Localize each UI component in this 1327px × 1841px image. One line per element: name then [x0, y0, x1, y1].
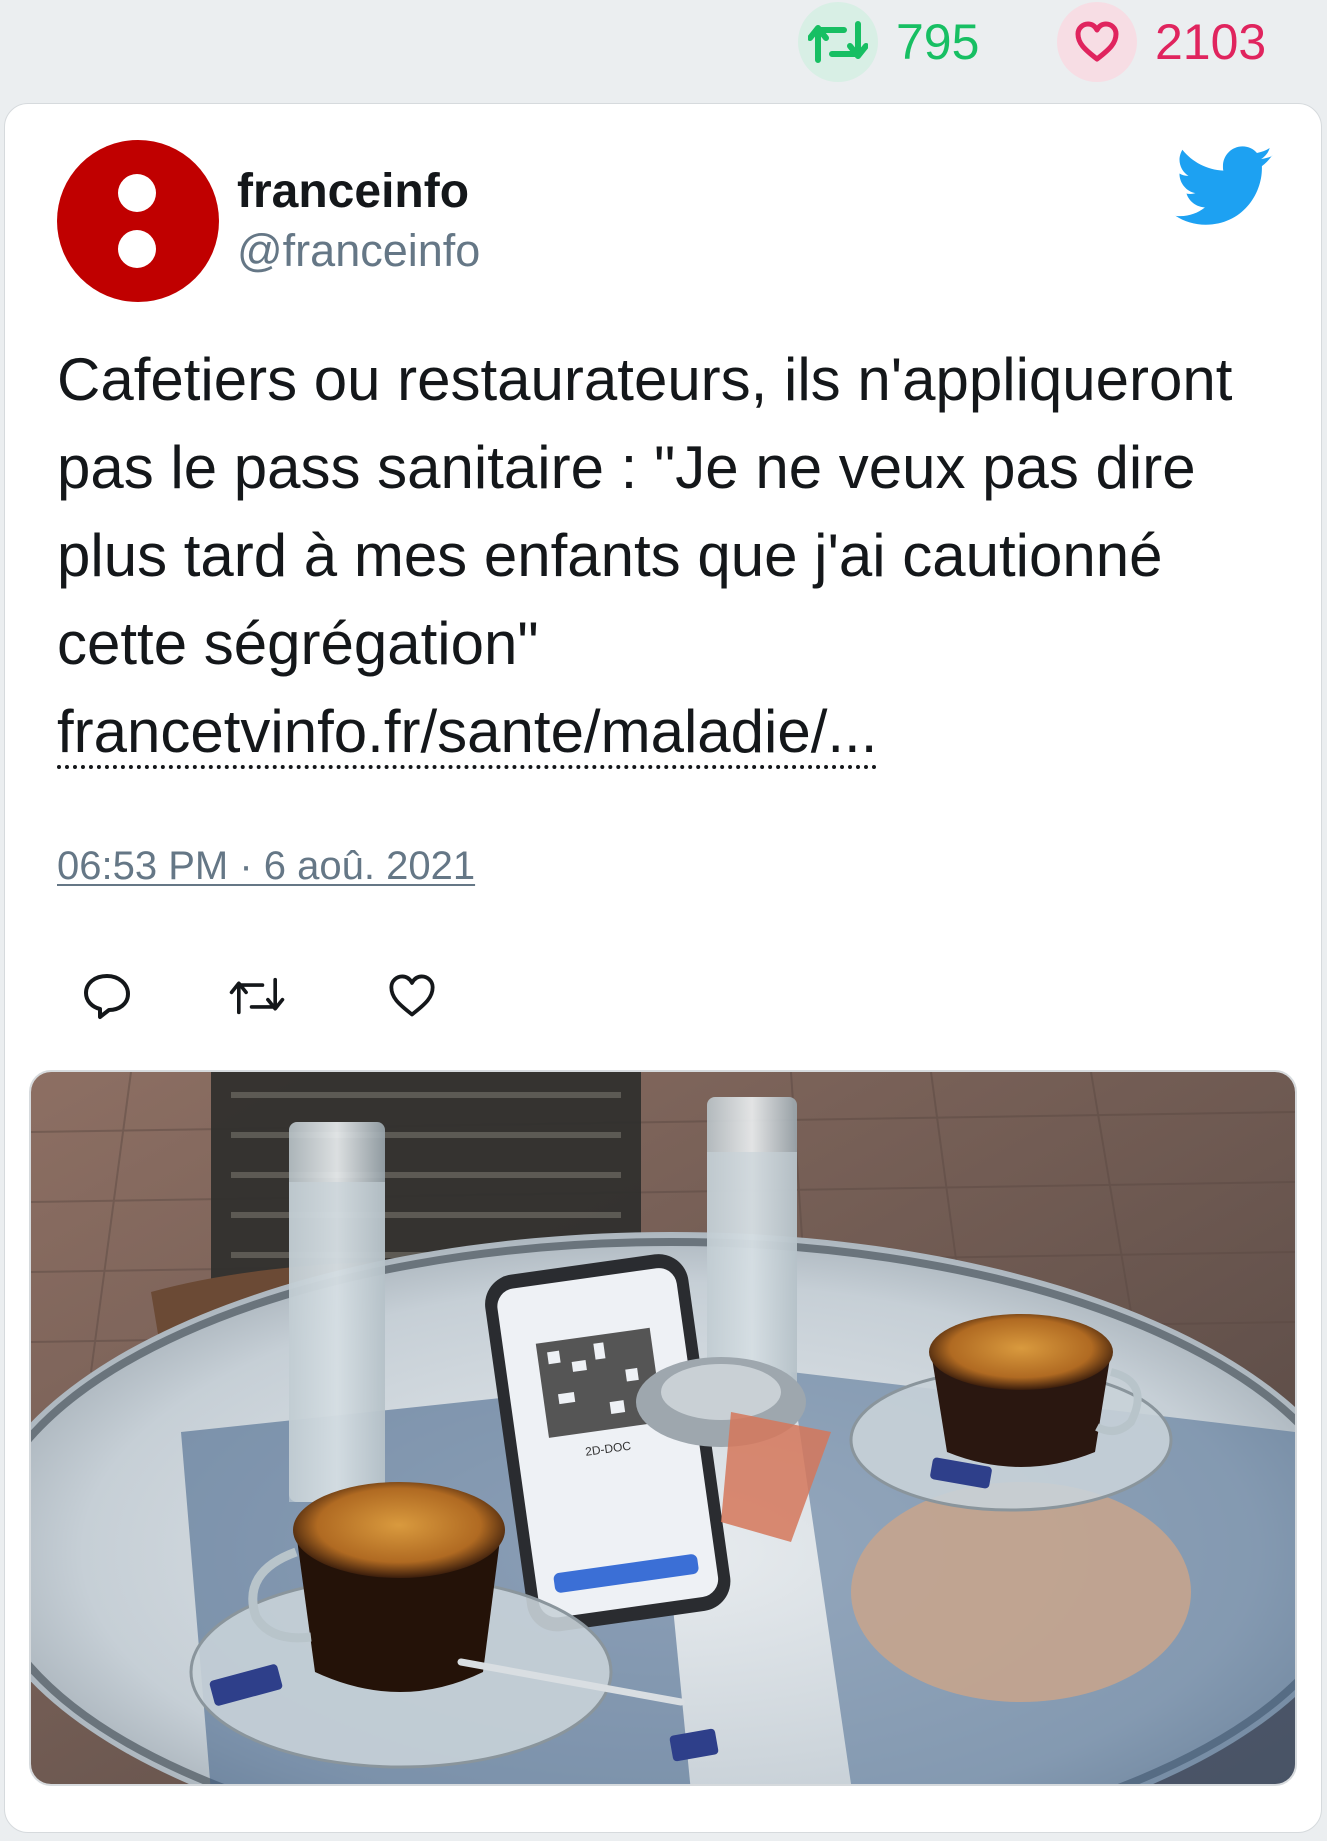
retweet-stat[interactable]: 795 [798, 2, 979, 82]
heart-icon [1057, 2, 1137, 82]
tweet-media-image[interactable]: 2D-DOC [29, 1070, 1297, 1786]
retweet-icon [798, 2, 878, 82]
avatar-logo-dot [118, 174, 156, 212]
tweet-body: Cafetiers ou restaurateurs, ils n'appliq… [57, 346, 1233, 677]
tweet-text: Cafetiers ou restaurateurs, ils n'appliq… [57, 336, 1297, 776]
avatar-logo-dot [118, 230, 156, 268]
reply-button[interactable] [57, 956, 157, 1036]
tweet-link[interactable]: francetvinfo.fr/sante/maladie/... [57, 698, 878, 769]
like-stat[interactable]: 2103 [1057, 2, 1266, 82]
tweet-timestamp[interactable]: 06:53 PM · 6 aoû. 2021 [57, 844, 475, 889]
tweet-stats-bar: 795 2103 [0, 0, 1327, 100]
retweet-button[interactable] [207, 956, 307, 1036]
avatar[interactable] [57, 140, 219, 302]
retweet-count: 795 [896, 14, 980, 70]
twitter-bird-icon[interactable] [1175, 146, 1275, 228]
retweet-icon [229, 977, 285, 1015]
reply-icon [84, 974, 130, 1019]
heart-icon [389, 974, 435, 1017]
tweet-card: franceinfo @franceinfo Cafetiers ou rest… [4, 103, 1322, 1833]
user-handle[interactable]: @franceinfo [237, 226, 480, 276]
like-button[interactable] [362, 956, 462, 1036]
like-count: 2103 [1155, 14, 1267, 70]
display-name[interactable]: franceinfo [237, 165, 469, 219]
